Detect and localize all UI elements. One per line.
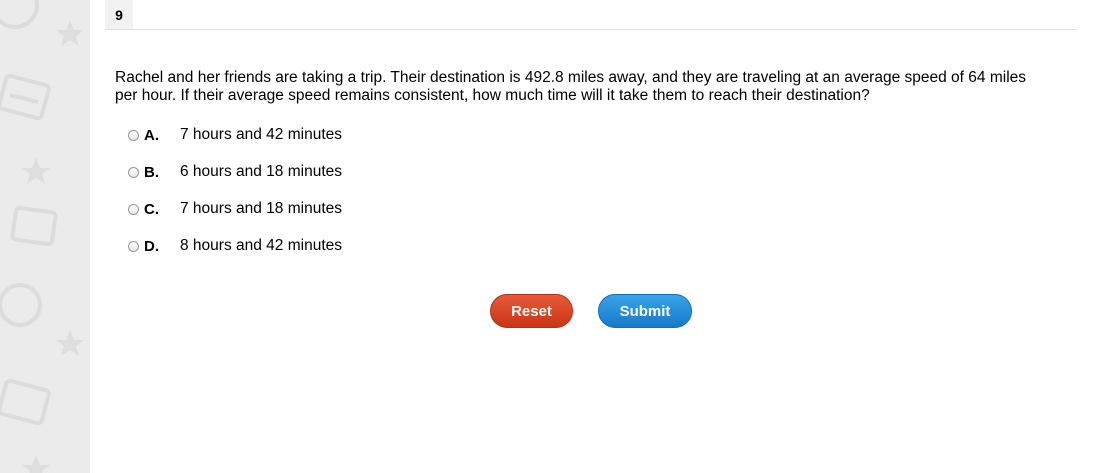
choice-letter: B. bbox=[144, 163, 159, 181]
radio-button[interactable] bbox=[128, 129, 139, 141]
radio-button[interactable] bbox=[128, 240, 139, 252]
choice-letter: A. bbox=[144, 126, 159, 144]
question-text: Rachel and her friends are taking a trip… bbox=[115, 69, 1027, 104]
choice-text: 8 hours and 42 minutes bbox=[180, 237, 342, 254]
question-panel: 9 Rachel and her friends are taking a tr… bbox=[90, 0, 1114, 473]
radio-button[interactable] bbox=[128, 166, 139, 178]
radio-button[interactable] bbox=[128, 203, 139, 215]
reset-button[interactable]: Reset bbox=[490, 294, 573, 328]
choice-a[interactable]: A. 7 hours and 42 minutes bbox=[128, 125, 342, 145]
choice-text: 6 hours and 18 minutes bbox=[180, 163, 342, 180]
choice-b[interactable]: B. 6 hours and 18 minutes bbox=[128, 162, 342, 182]
choice-d[interactable]: D. 8 hours and 42 minutes bbox=[128, 236, 342, 256]
divider bbox=[105, 29, 1077, 30]
choice-letter: C. bbox=[144, 200, 159, 218]
question-number: 9 bbox=[105, 0, 133, 29]
sidebar-background-pattern bbox=[0, 0, 84, 473]
choice-c[interactable]: C. 7 hours and 18 minutes bbox=[128, 199, 342, 219]
choice-text: 7 hours and 42 minutes bbox=[180, 126, 342, 143]
submit-button[interactable]: Submit bbox=[598, 294, 692, 328]
choice-letter: D. bbox=[144, 237, 159, 255]
choice-text: 7 hours and 18 minutes bbox=[180, 200, 342, 217]
